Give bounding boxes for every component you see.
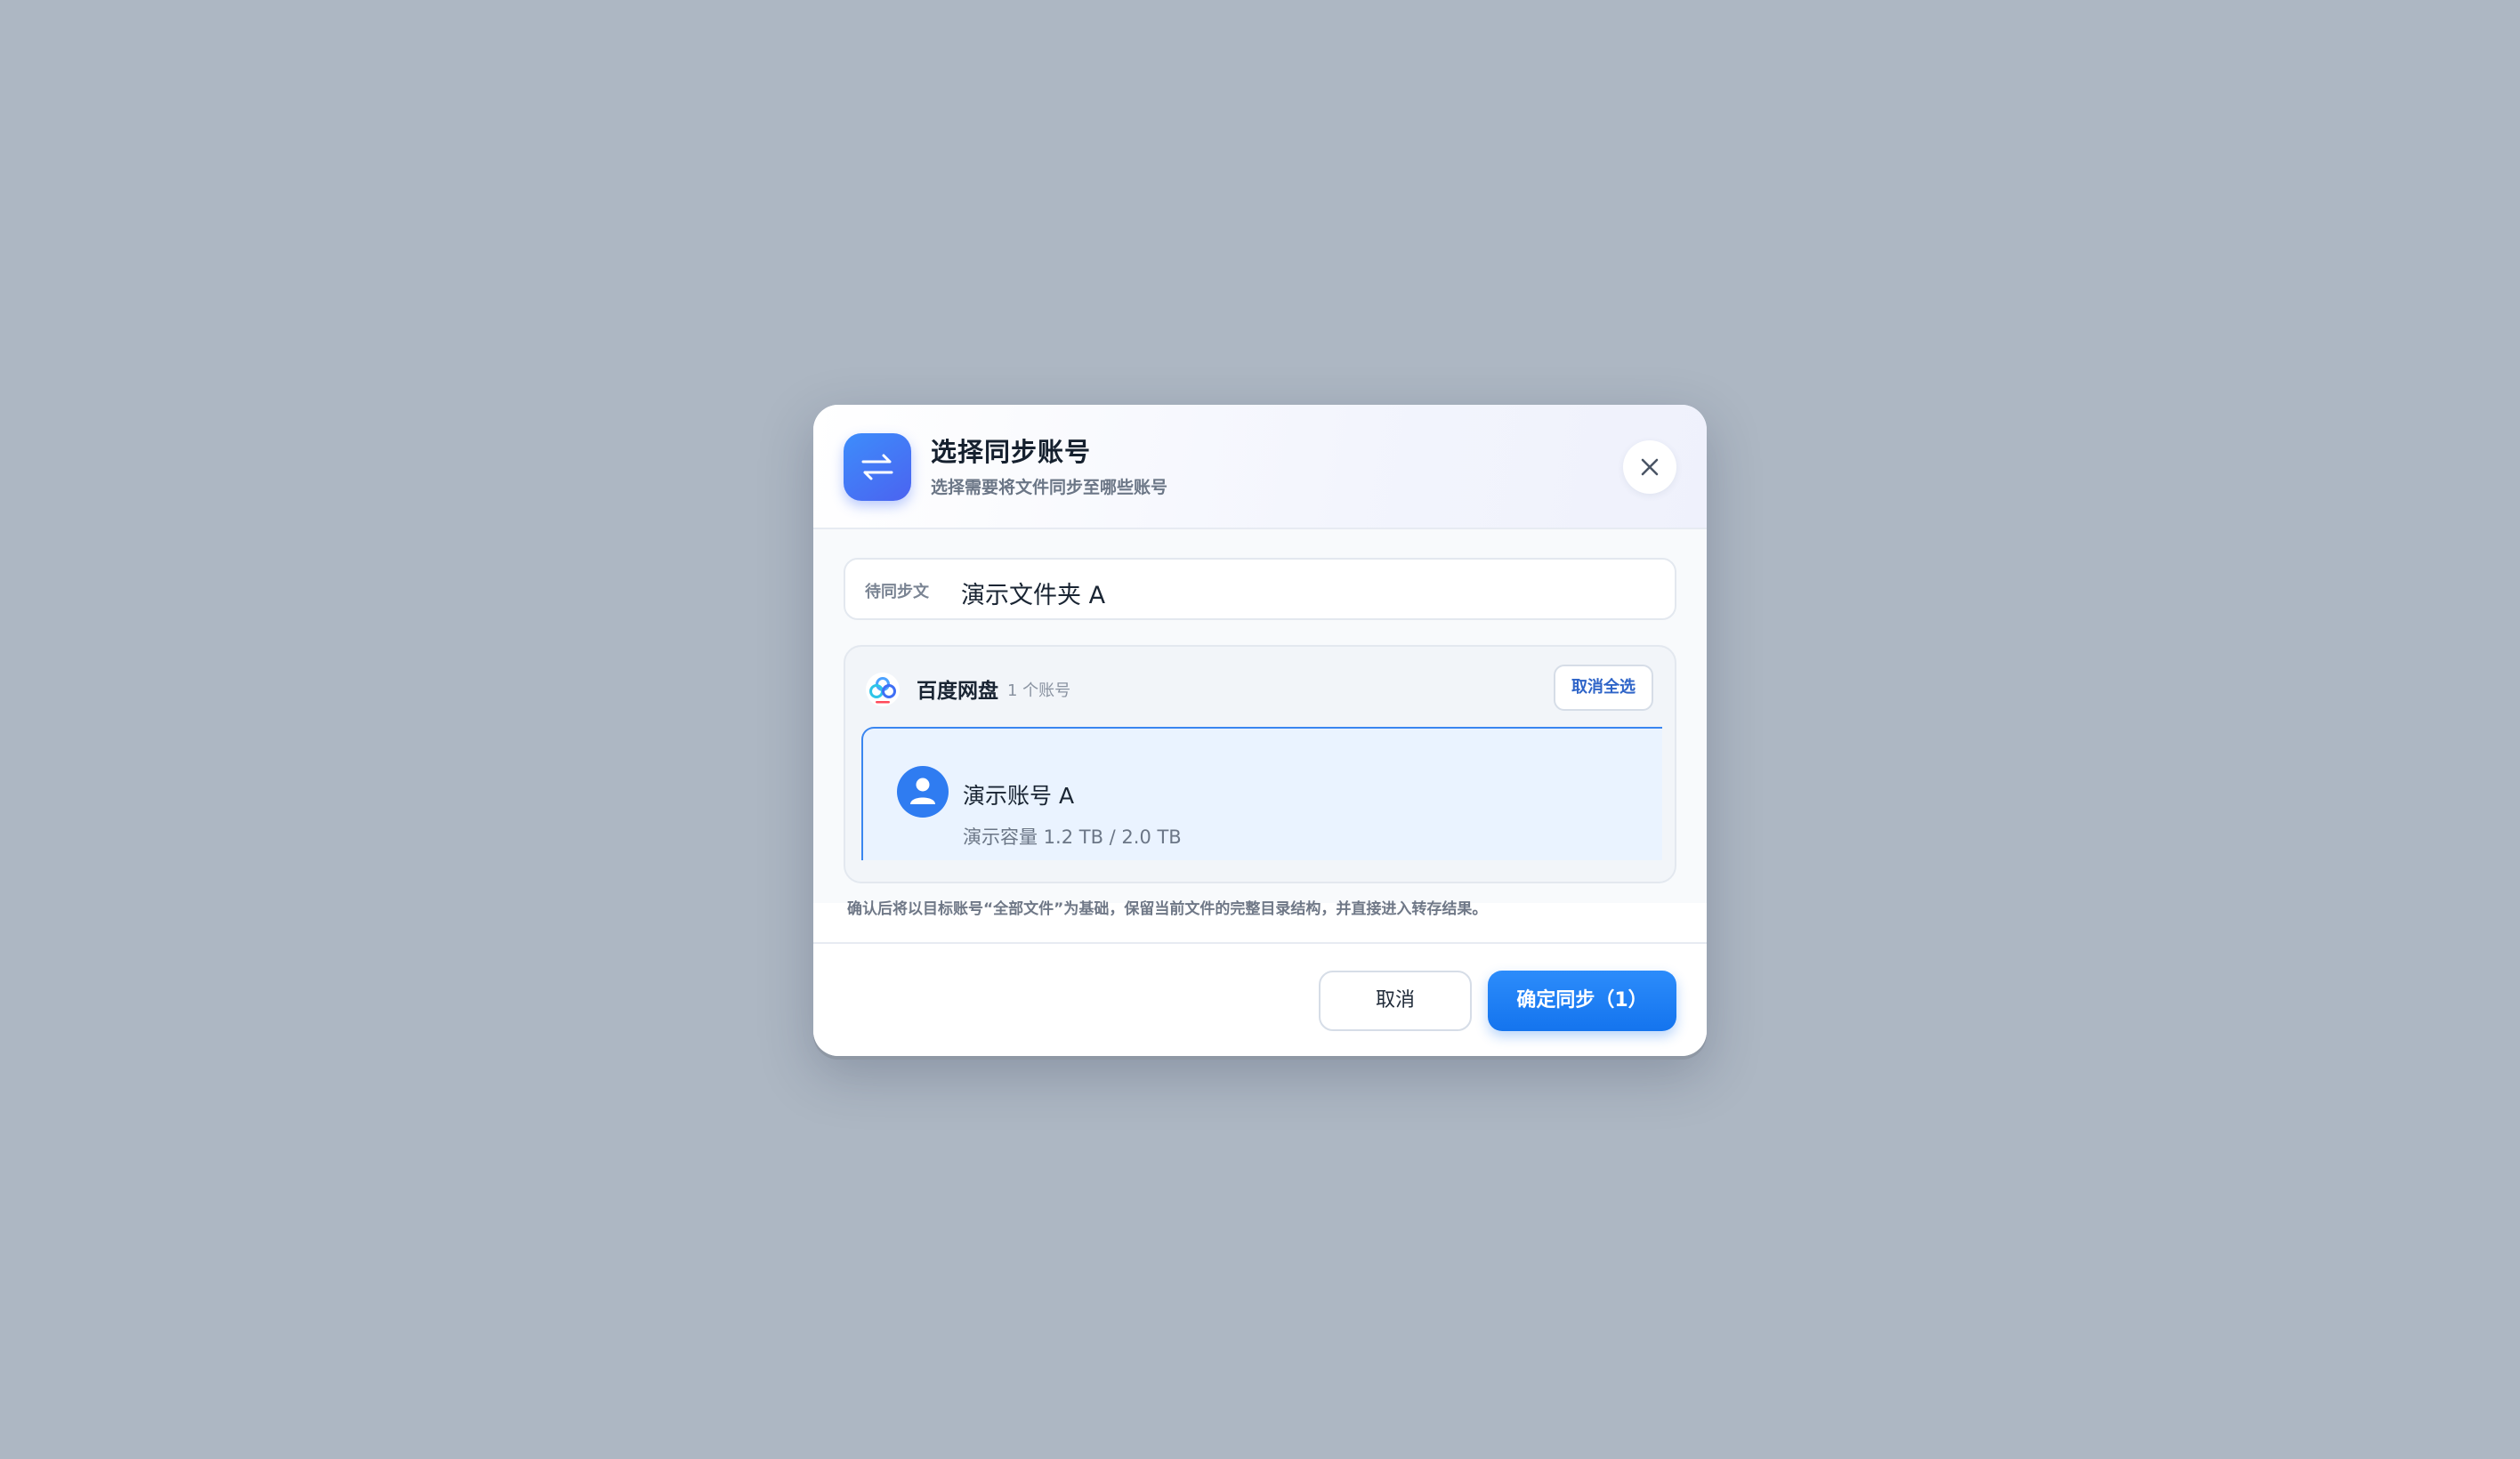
swap-arrows-icon — [844, 433, 911, 501]
dialog-body: 待同步文 演示文件夹 A 百度网盘 1 个账号 取消全选 演示账号 A 演示容量… — [813, 529, 1707, 903]
account-option-selected[interactable]: 演示账号 A 演示容量 1.2 TB / 2.0 TB — [861, 727, 1662, 860]
select-sync-account-dialog: 选择同步账号 选择需要将文件同步至哪些账号 待同步文 演示文件夹 A 百度网盘 … — [813, 405, 1707, 1056]
provider-account-group: 百度网盘 1 个账号 取消全选 演示账号 A 演示容量 1.2 TB / 2.0… — [844, 645, 1676, 883]
dialog-header: 选择同步账号 选择需要将文件同步至哪些账号 — [813, 405, 1707, 529]
account-storage: 演示容量 1.2 TB / 2.0 TB — [963, 826, 1182, 848]
account-name: 演示账号 A — [963, 783, 1075, 809]
deselect-all-button[interactable]: 取消全选 — [1554, 665, 1653, 711]
pending-file-label: 待同步文 — [865, 583, 929, 601]
provider-name: 百度网盘 — [917, 680, 998, 703]
confirm-sync-button[interactable]: 确定同步（1） — [1488, 971, 1676, 1031]
pending-file-field: 待同步文 演示文件夹 A — [844, 558, 1676, 620]
dialog-title: 选择同步账号 — [931, 437, 1092, 467]
dialog-footer: 取消 确定同步（1） — [813, 942, 1707, 1056]
sync-hint-text: 确认后将以目标账号“全部文件”为基础，保留当前文件的完整目录结构，并直接进入转存… — [847, 900, 1488, 918]
cancel-button[interactable]: 取消 — [1319, 971, 1472, 1031]
provider-account-count: 1 个账号 — [1007, 681, 1071, 700]
baidu-netdisk-logo — [866, 673, 900, 706]
close-button[interactable] — [1623, 440, 1676, 494]
dialog-subtitle: 选择需要将文件同步至哪些账号 — [931, 478, 1168, 497]
pending-file-name: 演示文件夹 A — [961, 582, 1106, 609]
close-icon — [1641, 458, 1659, 476]
user-avatar-icon — [897, 766, 949, 818]
